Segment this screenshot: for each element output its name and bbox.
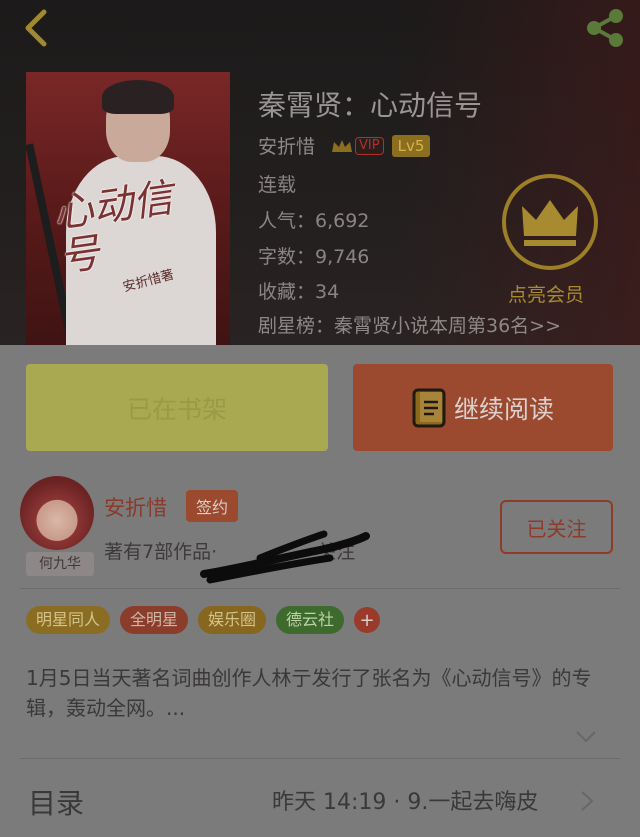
- divider: [20, 588, 620, 589]
- author-name[interactable]: 安折惜: [258, 132, 315, 159]
- author-row: 安折惜 VIP Lv5: [258, 132, 431, 159]
- divider: [20, 758, 620, 759]
- member-crown-icon[interactable]: [500, 172, 600, 272]
- follow-button[interactable]: 已关注: [500, 500, 613, 554]
- more-tags-button[interactable]: +: [354, 607, 381, 633]
- shelf-button-label: 已在书架: [126, 394, 227, 424]
- toc-latest-chapter[interactable]: 昨天 14:19 · 9.一起去嗨皮: [272, 784, 538, 816]
- book-status: 连载: [258, 174, 297, 196]
- author-avatar[interactable]: [20, 476, 94, 550]
- vip-label: VIP: [355, 136, 384, 155]
- read-button-label: 继续阅读: [453, 394, 554, 424]
- vip-badge: VIP: [331, 136, 384, 155]
- continue-reading-button[interactable]: 继续阅读: [353, 364, 613, 451]
- crown-icon: [332, 139, 353, 152]
- chevron-right-icon[interactable]: [580, 790, 594, 812]
- tag-item[interactable]: 全明星: [120, 606, 189, 634]
- avatar-tag: 何九华: [26, 552, 94, 576]
- add-to-shelf-button[interactable]: 已在书架: [26, 364, 328, 451]
- book-description[interactable]: 1月5日当天著名词曲创作人林亍发行了张名为《心动信号》的专辑，轰动全网。...: [26, 663, 606, 723]
- redaction-scribble: [200, 530, 370, 584]
- book-popularity: 人气：6,692: [258, 210, 370, 232]
- signed-badge: 签约: [186, 490, 239, 522]
- member-label[interactable]: 点亮会员: [508, 280, 584, 307]
- book-rank-link[interactable]: 剧星榜：秦霄贤小说本周第36名>>: [258, 311, 561, 338]
- tag-item[interactable]: 娱乐圈: [198, 606, 267, 634]
- chevron-down-icon[interactable]: [575, 730, 597, 744]
- book-cover[interactable]: 心动信号 安折惜著: [26, 72, 230, 345]
- book-favorites: 收藏：34: [258, 281, 340, 303]
- cover-hair: [102, 80, 174, 114]
- book-title: 秦霄贤：心动信号: [258, 89, 483, 122]
- tag-item[interactable]: 德云社: [276, 606, 345, 634]
- toc-label[interactable]: 目录: [28, 782, 84, 822]
- share-icon[interactable]: [580, 6, 630, 50]
- book-word-count: 字数：9,746: [258, 246, 370, 268]
- profile-author-name[interactable]: 安折惜: [104, 492, 167, 522]
- tag-item[interactable]: 明星同人: [26, 606, 111, 634]
- tag-list: 明星同人 全明星 娱乐圈 德云社 +: [26, 606, 381, 634]
- back-arrow-icon[interactable]: [18, 8, 54, 48]
- level-badge: Lv5: [391, 134, 431, 157]
- book-icon: [412, 388, 446, 427]
